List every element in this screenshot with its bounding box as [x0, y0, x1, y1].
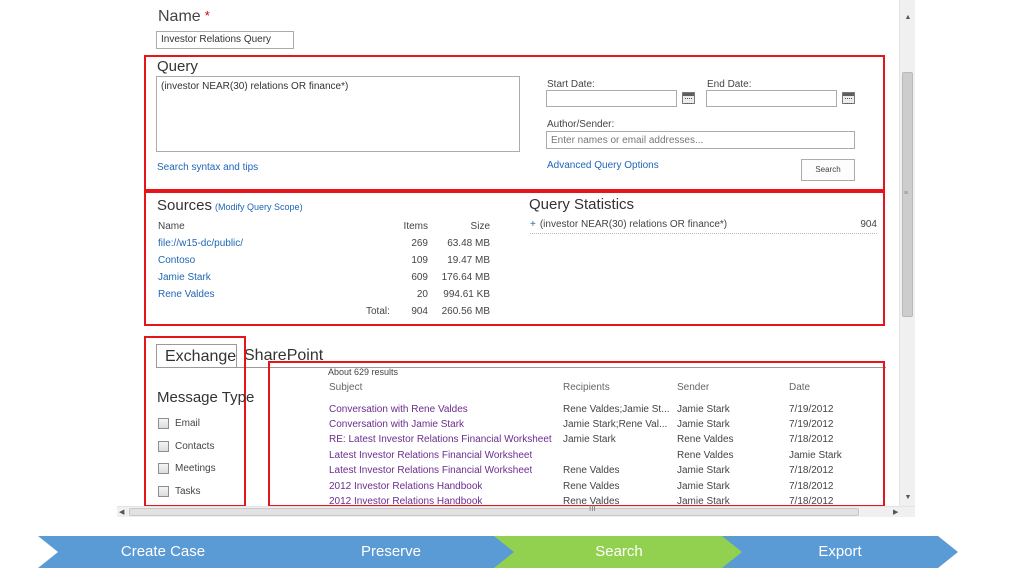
- result-subject-link[interactable]: Conversation with Jamie Stark: [329, 419, 464, 430]
- query-statistics-query: (investor NEAR(30) relations OR finance*…: [539, 219, 728, 230]
- result-recipients: Rene Valdes;Jamie St...: [563, 404, 670, 415]
- horizontal-grip-icon: III: [589, 504, 596, 513]
- source-name-link[interactable]: Contoso: [158, 255, 195, 266]
- result-date: 7/18/2012: [789, 434, 834, 445]
- results-count: About 629 results: [328, 367, 399, 377]
- total-label: Total:: [366, 306, 390, 317]
- query-textarea[interactable]: (investor NEAR(30) relations OR finance*…: [156, 76, 520, 152]
- result-subject-link[interactable]: 2012 Investor Relations Handbook: [329, 496, 482, 506]
- result-date: 7/18/2012: [789, 496, 834, 506]
- col-size: Size: [470, 221, 490, 232]
- vertical-scrollbar[interactable]: ▲ ≡ ▼: [899, 0, 915, 506]
- result-date: 7/18/2012: [789, 465, 834, 476]
- query-statistics-row[interactable]: + (investor NEAR(30) relations OR finance…: [530, 219, 877, 234]
- query-statistics-value: 904: [860, 219, 877, 230]
- source-size: 176.64 MB: [441, 272, 490, 283]
- table-row[interactable]: Conversation with Rene Valdes Rene Valde…: [0, 404, 1024, 419]
- col-date[interactable]: Date: [789, 382, 810, 393]
- source-name-link[interactable]: Jamie Stark: [158, 272, 211, 283]
- source-size: 63.48 MB: [447, 238, 490, 249]
- start-date-input[interactable]: [546, 90, 677, 107]
- expand-plus-icon[interactable]: +: [530, 219, 536, 230]
- modify-query-scope-link[interactable]: (Modify Query Scope): [215, 202, 303, 212]
- source-name-link[interactable]: file://w15-dc/public/: [158, 238, 243, 249]
- source-size: 19.47 MB: [447, 255, 490, 266]
- advanced-query-link[interactable]: Advanced Query Options: [547, 160, 659, 171]
- col-subject[interactable]: Subject: [329, 382, 362, 393]
- horizontal-scrollbar[interactable]: ◀ III ▶: [117, 504, 915, 518]
- query-statistics-heading: Query Statistics: [529, 196, 635, 213]
- required-mark: *: [204, 8, 210, 23]
- result-sender: Rene Valdes: [677, 434, 734, 445]
- table-row[interactable]: 2012 Investor Relations Handbook Rene Va…: [0, 481, 1024, 496]
- end-date-input[interactable]: [706, 90, 837, 107]
- result-subject-link[interactable]: Latest Investor Relations Financial Work…: [329, 465, 532, 476]
- col-sender[interactable]: Sender: [677, 382, 709, 393]
- end-date-calendar-icon[interactable]: [842, 92, 855, 104]
- result-sender: Jamie Stark: [677, 481, 730, 492]
- table-row[interactable]: RE: Latest Investor Relations Financial …: [0, 434, 1024, 449]
- start-date-label: Start Date:: [547, 79, 595, 90]
- result-sender: Jamie Stark: [677, 496, 730, 506]
- scroll-grip-icon: ≡: [903, 190, 909, 197]
- scroll-left-arrow-icon[interactable]: ◀: [119, 507, 124, 518]
- result-recipients: Rene Valdes: [563, 496, 620, 506]
- source-name-link[interactable]: Rene Valdes: [158, 289, 215, 300]
- total-size: 260.56 MB: [441, 306, 490, 317]
- name-input[interactable]: Investor Relations Query: [156, 31, 294, 49]
- result-subject-link[interactable]: 2012 Investor Relations Handbook: [329, 481, 482, 492]
- horizontal-scroll-thumb[interactable]: [129, 508, 859, 516]
- scroll-down-arrow-icon[interactable]: ▼: [900, 490, 916, 506]
- table-row[interactable]: 2012 Investor Relations Handbook Rene Va…: [0, 496, 1024, 506]
- search-button[interactable]: Search: [801, 159, 855, 181]
- result-sender: Jamie Stark: [677, 419, 730, 430]
- name-label: Name *: [158, 8, 210, 25]
- author-label: Author/Sender:: [547, 119, 615, 130]
- step-create-case: Create Case: [38, 536, 288, 568]
- scroll-right-arrow-icon[interactable]: ▶: [893, 507, 898, 518]
- process-steps: Create Case Preserve Search Export: [38, 536, 958, 568]
- result-subject-link[interactable]: Conversation with Rene Valdes: [329, 404, 468, 415]
- start-date-calendar-icon[interactable]: [682, 92, 695, 104]
- result-recipients: Rene Valdes: [563, 481, 620, 492]
- scroll-up-arrow-icon[interactable]: ▲: [900, 10, 916, 26]
- result-recipients: Jamie Stark: [563, 434, 616, 445]
- result-date: Jamie Stark: [789, 450, 842, 461]
- result-date: 7/19/2012: [789, 404, 834, 415]
- search-syntax-link[interactable]: Search syntax and tips: [157, 162, 258, 173]
- table-row[interactable]: Latest Investor Relations Financial Work…: [0, 465, 1024, 480]
- result-sender: Jamie Stark: [677, 404, 730, 415]
- result-sender: Jamie Stark: [677, 465, 730, 476]
- step-search: Search: [494, 536, 744, 568]
- result-subject-link[interactable]: RE: Latest Investor Relations Financial …: [329, 434, 552, 445]
- author-input[interactable]: Enter names or email addresses...: [546, 131, 855, 149]
- result-recipients: Jamie Stark;Rene Val...: [563, 419, 668, 430]
- result-subject-link[interactable]: Latest Investor Relations Financial Work…: [329, 450, 532, 461]
- result-sender: Rene Valdes: [677, 450, 734, 461]
- table-row[interactable]: Conversation with Jamie Stark Jamie Star…: [0, 419, 1024, 434]
- query-heading: Query: [157, 58, 198, 75]
- sources-heading: Sources (Modify Query Scope): [157, 197, 303, 214]
- result-recipients: Rene Valdes: [563, 465, 620, 476]
- col-name: Name: [158, 221, 185, 232]
- result-date: 7/18/2012: [789, 481, 834, 492]
- end-date-label: End Date:: [707, 79, 752, 90]
- result-date: 7/19/2012: [789, 419, 834, 430]
- col-recipients[interactable]: Recipients: [563, 382, 610, 393]
- source-size: 994.61 KB: [443, 289, 490, 300]
- step-preserve: Preserve: [266, 536, 516, 568]
- table-row[interactable]: Latest Investor Relations Financial Work…: [0, 450, 1024, 465]
- step-export: Export: [722, 536, 958, 568]
